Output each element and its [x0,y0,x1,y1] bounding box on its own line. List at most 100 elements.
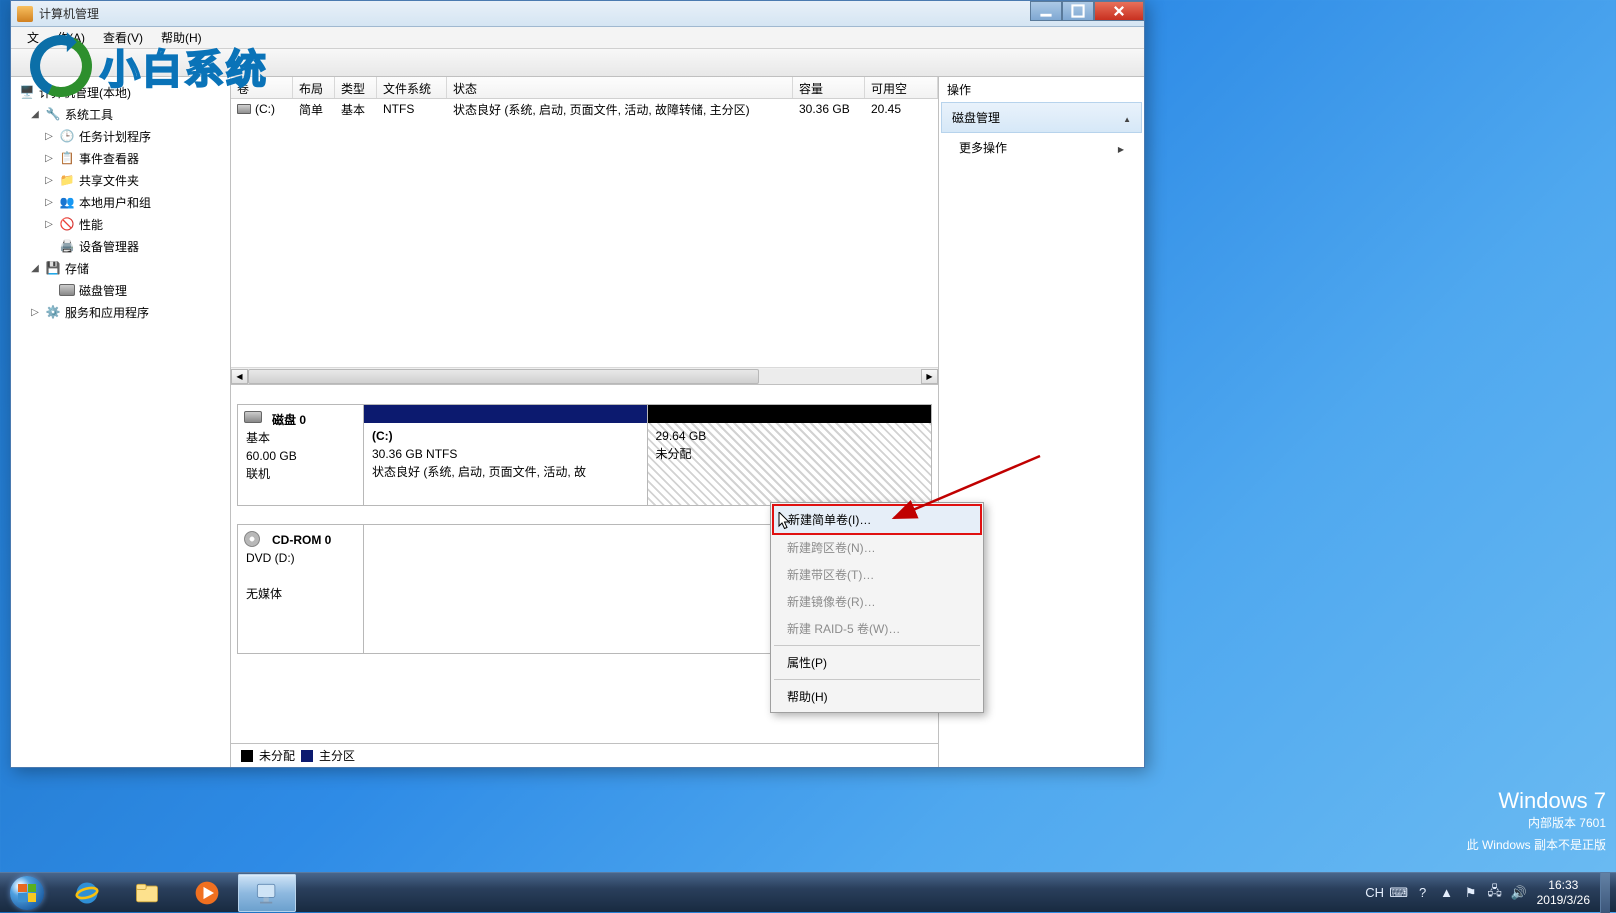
legend-label-primary: 主分区 [319,747,355,764]
taskbar-compmgmt[interactable] [238,874,296,912]
menu-help[interactable]: 帮助(H) [153,27,210,48]
tree-shared[interactable]: ▷ 📁 共享文件夹 [15,169,226,191]
close-button[interactable] [1094,1,1144,21]
tree-tasksched[interactable]: ▷ 🕒 任务计划程序 [15,125,226,147]
menu-view[interactable]: 查看(V) [95,27,151,48]
cdrom-info[interactable]: CD-ROM 0 DVD (D:) 无媒体 [238,525,364,653]
taskbar-media-player[interactable] [178,874,236,912]
expand-icon[interactable]: ▷ [43,131,55,142]
tray-clock[interactable]: 16:33 2019/3/26 [1537,878,1590,908]
drive-icon [237,104,251,114]
menubar: 文 作(A) 查看(V) 帮助(H) [11,27,1144,49]
maximize-button[interactable] [1062,1,1094,21]
expand-icon[interactable]: ▷ [43,175,55,186]
windows-logo-icon [10,876,44,910]
collapse-icon[interactable]: ◢ [29,263,41,274]
toolbar [11,49,1144,77]
taskbar[interactable]: CH ⌨ ? ▲ ⚑ 🖧 🔊 16:33 2019/3/26 [0,872,1616,912]
col-status[interactable]: 状态 [447,77,793,98]
storage-icon: 💾 [45,260,61,276]
tray-volume-icon[interactable]: 🔊 [1511,885,1527,901]
tree-systools[interactable]: ◢ 🔧 系统工具 [15,103,226,125]
titlebar[interactable]: 计算机管理 [11,1,1144,27]
disk0-info[interactable]: 磁盘 0 基本 60.00 GB 联机 [238,405,364,505]
tree-devmgr[interactable]: 🖨️ 设备管理器 [15,235,226,257]
os-watermark: Windows 7 内部版本 7601 此 Windows 副本不是正版 [1467,790,1606,856]
perf-icon: 🚫 [59,216,75,232]
collapse-icon[interactable]: ◢ [29,109,41,120]
event-icon: 📋 [59,150,75,166]
legend-swatch-primary [301,750,313,762]
minimize-button[interactable] [1030,1,1062,21]
tree-users[interactable]: ▷ 👥 本地用户和组 [15,191,226,213]
window-title: 计算机管理 [39,5,99,22]
tray-ime[interactable]: CH [1367,885,1383,901]
disk-icon [244,411,264,427]
taskbar-ie[interactable] [58,874,116,912]
show-desktop-button[interactable] [1600,873,1610,913]
users-icon: 👥 [59,194,75,210]
tray-network-icon[interactable]: 🖧 [1487,885,1503,901]
actions-header: 操作 [939,77,1144,102]
collapse-icon [1123,111,1131,125]
menu-file[interactable]: 文 [19,27,47,48]
col-layout[interactable]: 布局 [293,77,335,98]
col-free[interactable]: 可用空 [865,77,938,98]
col-type[interactable]: 类型 [335,77,377,98]
wrench-icon: 🔧 [45,106,61,122]
cd-icon [244,531,264,547]
tray-action-center-icon[interactable]: ⚑ [1463,885,1479,901]
folder-share-icon: 📁 [59,172,75,188]
ctx-properties[interactable]: 属性(P) [773,649,981,676]
chevron-right-icon [1118,141,1124,155]
ctx-new-spanned-volume: 新建跨区卷(N)… [773,534,981,561]
nav-tree[interactable]: 🖥️ 计算机管理(本地) ◢ 🔧 系统工具 ▷ 🕒 任务计划程序 ▷ 📋 事件查… [11,77,231,767]
app-icon [17,6,33,22]
tree-eventviewer[interactable]: ▷ 📋 事件查看器 [15,147,226,169]
volume-headers[interactable]: 卷 布局 类型 文件系统 状态 容量 可用空 [231,77,938,99]
start-button[interactable] [0,873,54,913]
ctx-new-mirror-volume: 新建镜像卷(R)… [773,588,981,615]
partition-header-unalloc [648,405,932,423]
partition-unallocated[interactable]: 29.64 GB 未分配 [648,405,932,505]
context-menu: 新建简单卷(I)… 新建跨区卷(N)… 新建带区卷(T)… 新建镜像卷(R)… … [770,502,984,713]
ctx-new-raid5-volume: 新建 RAID-5 卷(W)… [773,615,981,642]
disk0-row: 磁盘 0 基本 60.00 GB 联机 (C:) 30.36 GB NTFS 状… [237,404,932,506]
tree-storage[interactable]: ◢ 💾 存储 [15,257,226,279]
volume-list[interactable]: 卷 布局 类型 文件系统 状态 容量 可用空 (C:) 简单 基本 NTFS 状… [231,77,938,385]
scroll-right[interactable]: ▶ [921,369,938,384]
device-icon: 🖨️ [59,238,75,254]
tree-root[interactable]: 🖥️ 计算机管理(本地) [15,81,226,103]
ctx-help[interactable]: 帮助(H) [773,683,981,710]
expand-icon[interactable]: ▷ [43,219,55,230]
tray-chevron-up-icon[interactable]: ▲ [1439,885,1455,901]
legend-swatch-unalloc [241,750,253,762]
col-volume[interactable]: 卷 [231,77,293,98]
volume-row[interactable]: (C:) 简单 基本 NTFS 状态良好 (系统, 启动, 页面文件, 活动, … [231,99,938,119]
tree-services[interactable]: ▷ ⚙️ 服务和应用程序 [15,301,226,323]
col-capacity[interactable]: 容量 [793,77,865,98]
separator [774,679,980,680]
tree-diskmgmt[interactable]: 磁盘管理 [15,279,226,301]
expand-icon[interactable]: ▷ [29,307,41,318]
expand-icon[interactable]: ▷ [43,197,55,208]
tree-perf[interactable]: ▷ 🚫 性能 [15,213,226,235]
tray-keyboard-icon[interactable]: ⌨ [1391,885,1407,901]
partition-c[interactable]: (C:) 30.36 GB NTFS 状态良好 (系统, 启动, 页面文件, 活… [364,405,648,505]
clock-icon: 🕒 [59,128,75,144]
col-fs[interactable]: 文件系统 [377,77,447,98]
scroll-track[interactable] [248,369,921,384]
expand-icon[interactable]: ▷ [43,153,55,164]
menu-action[interactable]: 作(A) [49,27,93,48]
actions-diskmgmt[interactable]: 磁盘管理 [941,102,1142,133]
tray-help-icon[interactable]: ? [1415,885,1431,901]
separator [774,645,980,646]
scroll-thumb[interactable] [248,369,759,384]
actions-more[interactable]: 更多操作 [939,133,1144,162]
legend-label-unalloc: 未分配 [259,747,295,764]
scroll-left[interactable]: ◀ [231,369,248,384]
h-scrollbar[interactable]: ◀ ▶ [231,367,938,384]
partition-header-primary [364,405,647,423]
taskbar-explorer[interactable] [118,874,176,912]
ctx-new-simple-volume[interactable]: 新建简单卷(I)… [772,504,982,535]
